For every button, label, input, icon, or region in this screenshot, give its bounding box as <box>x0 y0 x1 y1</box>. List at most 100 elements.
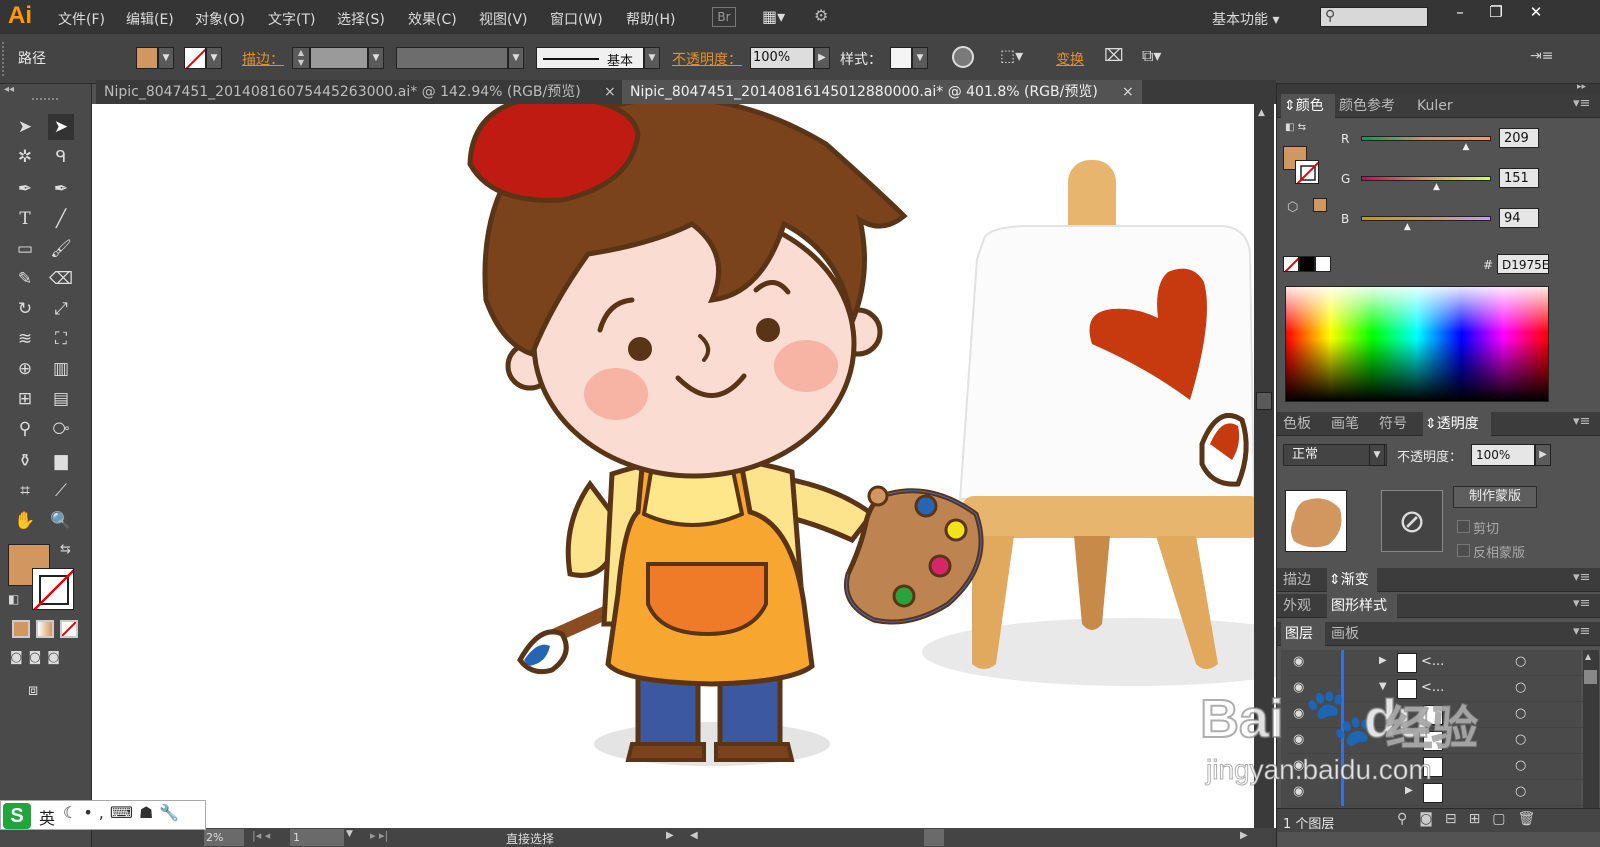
artboard-tool-icon[interactable]: ⌗ <box>12 478 38 504</box>
tab-layers[interactable]: 图层 <box>1281 622 1325 646</box>
transparency-opacity-input[interactable]: 100% <box>1471 444 1535 466</box>
scroll-left-icon[interactable]: ◀ <box>690 830 698 841</box>
black-swatch[interactable] <box>1299 256 1315 272</box>
column-graph-tool-icon[interactable]: ▆ <box>48 448 74 474</box>
menu-file[interactable]: 文件(F) <box>58 9 105 29</box>
b-slider-thumb[interactable]: ▲ <box>1404 222 1411 232</box>
target-circle-icon[interactable]: ○ <box>1515 758 1526 773</box>
target-circle-icon[interactable]: ○ <box>1515 706 1526 721</box>
stroke-dropdown[interactable]: ▼ <box>206 47 222 69</box>
appearance-panel-menu-icon[interactable]: ▾≡ <box>1573 596 1590 611</box>
target-circle-icon[interactable]: ○ <box>1515 654 1526 669</box>
g-slider-thumb[interactable]: ▲ <box>1433 182 1440 192</box>
perspective-grid-tool-icon[interactable]: ▥ <box>48 356 74 382</box>
align-to-icon[interactable]: ⬚▾ <box>1000 46 1023 65</box>
blend-tool-icon[interactable]: ⧂ <box>48 416 74 442</box>
layers-scroll-up-icon[interactable]: ▲ <box>1585 652 1591 661</box>
menu-object[interactable]: 对象(O) <box>195 9 245 29</box>
tab-stroke[interactable]: 描边 <box>1283 568 1311 592</box>
width-tool-icon[interactable]: ≋ <box>12 326 38 352</box>
search-input[interactable]: ⚲ <box>1320 7 1428 27</box>
stroke-color-box[interactable] <box>32 568 74 610</box>
target-circle-icon[interactable]: ○ <box>1515 784 1526 799</box>
menu-view[interactable]: 视图(V) <box>479 9 528 29</box>
layer-name[interactable]: <... <box>1421 654 1444 669</box>
brush-definition[interactable]: 基本 <box>536 47 644 69</box>
swap-fill-stroke-icon[interactable]: ⇆ <box>60 542 71 557</box>
scroll-up-icon[interactable]: ▲ <box>1258 108 1265 118</box>
invert-mask-checkbox[interactable] <box>1457 544 1470 557</box>
first-artboard-icon[interactable]: |◂ ◂ <box>252 829 270 842</box>
type-tool-icon[interactable]: T <box>12 206 38 232</box>
visibility-eye-icon[interactable]: ◉ <box>1293 654 1304 669</box>
layer-actions-icons[interactable]: ⚲◙⊟⊞▢🗑 <box>1397 811 1547 827</box>
opacity-flyout-button[interactable]: ▶ <box>814 47 830 69</box>
menu-edit[interactable]: 编辑(E) <box>126 9 174 29</box>
tab-close-icon[interactable]: × <box>1122 80 1134 104</box>
scroll-right-icon[interactable]: ▶ <box>1240 830 1248 841</box>
none-mode-icon[interactable] <box>60 620 78 638</box>
pathfinder-icon[interactable]: ⧉▾ <box>1142 46 1161 66</box>
curvature-pen-icon[interactable]: ✒ <box>48 176 74 202</box>
tab-color-guide[interactable]: 颜色参考 <box>1339 94 1395 118</box>
tab-brushes[interactable]: 画笔 <box>1331 412 1359 436</box>
gpu-performance-icon[interactable]: ⚙ <box>814 6 844 28</box>
none-color-swatch[interactable] <box>1283 256 1299 272</box>
default-colors-icon[interactable]: ◧ <box>8 592 19 606</box>
scale-tool-icon[interactable]: ⤢ <box>48 296 74 322</box>
color-spectrum[interactable] <box>1285 286 1549 402</box>
make-mask-button[interactable]: 制作蒙版 <box>1453 486 1537 508</box>
layers-scrollbar[interactable]: ▲ <box>1583 650 1599 808</box>
menu-select[interactable]: 选择(S) <box>337 9 385 29</box>
tab-kuler[interactable]: Kuler <box>1417 94 1453 118</box>
variable-width-dropdown[interactable]: ▼ <box>508 47 524 69</box>
menu-effect[interactable]: 效果(C) <box>408 9 457 29</box>
menu-type[interactable]: 文字(T) <box>268 9 315 29</box>
target-circle-icon[interactable]: ○ <box>1515 732 1526 747</box>
tab-appearance[interactable]: 外观 <box>1283 594 1311 618</box>
artboard-number-input[interactable]: 1 <box>290 829 344 846</box>
ime-tools-icons[interactable]: ☾•,⌨☗🔧 <box>63 803 185 822</box>
stroke-swatch[interactable] <box>184 47 206 69</box>
slice-tool-icon[interactable]: ⟋ <box>48 478 74 504</box>
panel-stroke-swatch[interactable] <box>1295 160 1319 184</box>
tab-symbols[interactable]: 符号 <box>1379 412 1407 436</box>
close-window-button[interactable]: ✕ <box>1516 0 1556 24</box>
tab-color[interactable]: ⇕颜色 <box>1281 94 1335 118</box>
collapse-toolbox-icon[interactable]: ◂◂ <box>4 84 14 95</box>
tab-artboards[interactable]: 画板 <box>1331 622 1359 646</box>
transparency-opacity-flyout[interactable]: ▶ <box>1535 444 1551 466</box>
transparency-panel-menu-icon[interactable]: ▾≡ <box>1573 414 1590 429</box>
lasso-tool-icon[interactable]: ᑫ <box>48 144 74 170</box>
horizontal-scroll-thumb[interactable] <box>924 829 944 846</box>
selection-tool-icon[interactable]: ➤ <box>12 114 38 140</box>
isolate-object-icon[interactable]: ⌧ <box>1104 46 1124 66</box>
tab-graphic-styles[interactable]: 图形样式 <box>1327 594 1397 618</box>
hex-input[interactable]: D1975E <box>1497 254 1549 274</box>
zoom-tool-icon[interactable]: 🔍 <box>48 508 74 534</box>
layers-scroll-thumb[interactable] <box>1584 670 1597 684</box>
next-artboard-icon[interactable]: ▸ ▸| <box>370 829 388 842</box>
rotate-tool-icon[interactable]: ↻ <box>12 296 38 322</box>
document-tab-1[interactable]: Nipic_8047451_20140816075445263000.ai* @… <box>96 80 620 104</box>
fill-dropdown[interactable]: ▼ <box>158 47 174 69</box>
restore-button[interactable]: ❐ <box>1476 0 1516 24</box>
b-value-input[interactable]: 94 <box>1499 208 1539 228</box>
no-mask-icon[interactable]: ⊘ <box>1381 490 1443 552</box>
eraser-tool-icon[interactable]: ⌫ <box>48 266 74 292</box>
variable-width-profile[interactable] <box>396 47 508 69</box>
g-value-input[interactable]: 151 <box>1499 168 1539 188</box>
white-swatch[interactable] <box>1315 256 1331 272</box>
paintbrush-tool-icon[interactable]: 🖌 <box>48 236 74 262</box>
stroke-weight-stepper[interactable]: ▲ ▼ <box>292 47 310 69</box>
drawing-modes-icon[interactable]: ◙◙◙ <box>10 650 80 668</box>
artboard-dropdown[interactable]: ▼ <box>346 829 353 839</box>
bridge-button[interactable]: Br <box>712 7 736 27</box>
symbol-sprayer-tool-icon[interactable]: ⚱ <box>12 448 38 474</box>
layer-row[interactable]: ◉ ▶ <... ○ <box>1287 650 1583 676</box>
ime-language[interactable]: 英 <box>39 805 55 829</box>
color-panel-menu-icon[interactable]: ▾≡ <box>1573 96 1590 111</box>
clip-checkbox[interactable] <box>1457 520 1470 533</box>
menu-window[interactable]: 窗口(W) <box>550 9 603 29</box>
status-menu-icon[interactable]: ▶ <box>666 830 674 841</box>
